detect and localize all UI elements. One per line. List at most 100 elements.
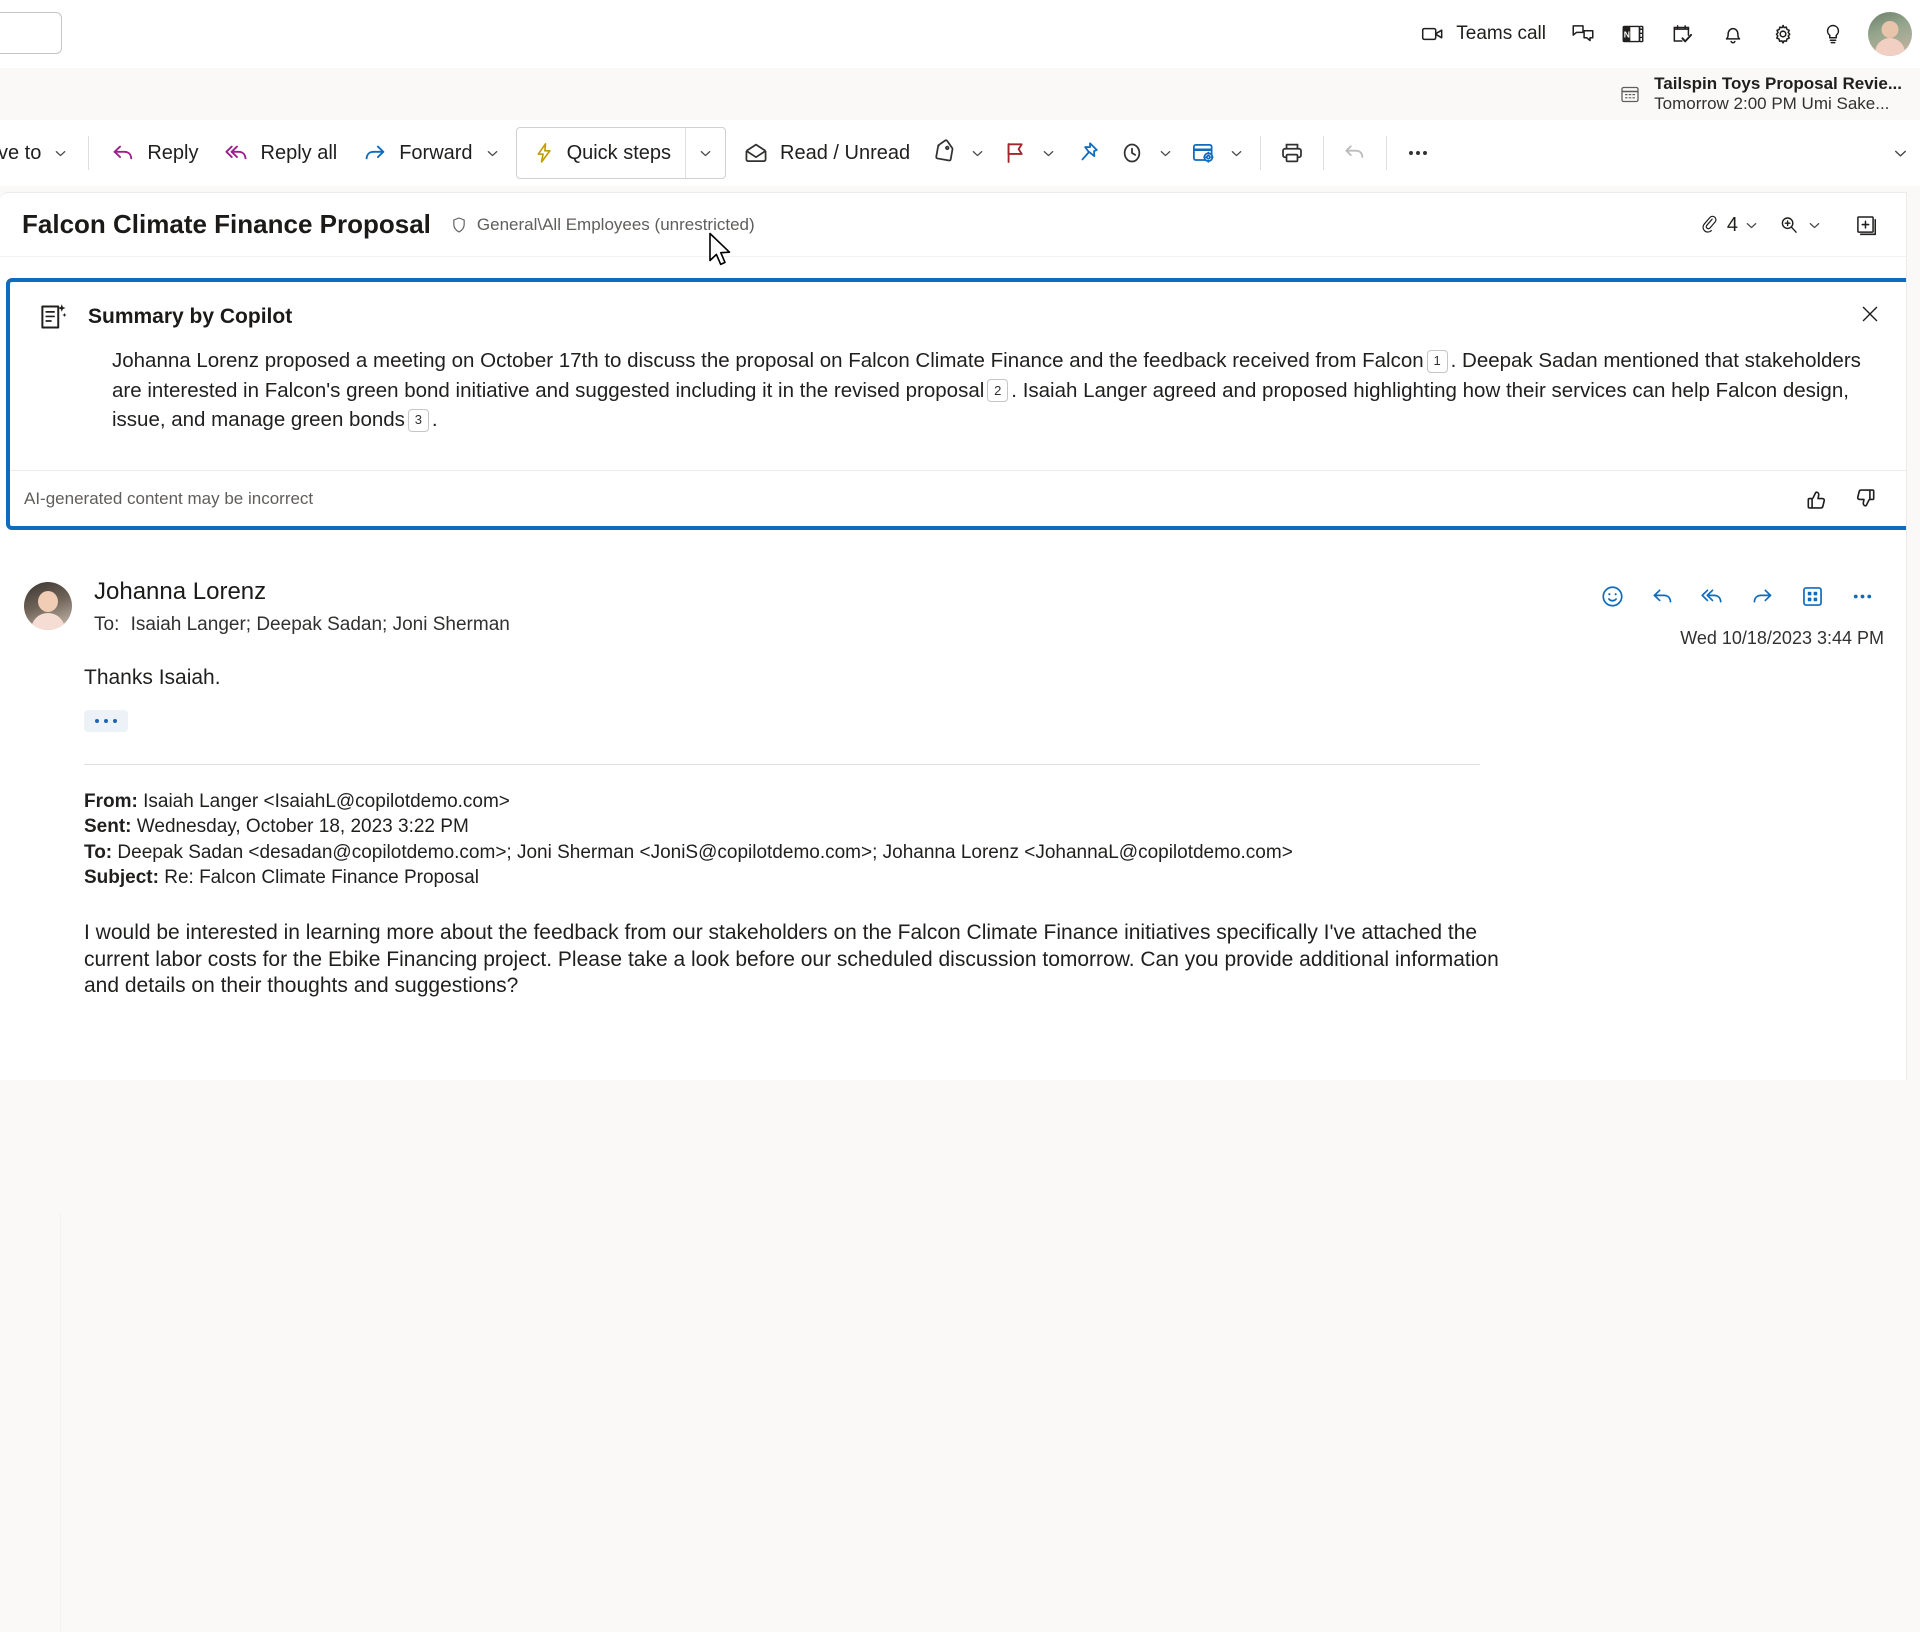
lightbulb-icon	[1820, 21, 1846, 47]
clock-icon	[1118, 139, 1146, 167]
onenote-icon: N	[1620, 21, 1646, 47]
quoted-subject-line: Subject: Re: Falcon Climate Finance Prop…	[84, 865, 1876, 890]
dot	[113, 719, 117, 723]
dot	[104, 719, 108, 723]
react-button[interactable]	[1590, 574, 1634, 618]
sender-avatar[interactable]	[24, 582, 72, 630]
todo-button[interactable]	[1660, 11, 1706, 57]
sender-name[interactable]: Johanna Lorenz	[94, 578, 510, 606]
reply-all-label: Reply all	[261, 142, 338, 165]
reply-all-button[interactable]: Reply all	[211, 129, 350, 177]
copilot-summary-card: Summary by Copilot Johanna Lorenz propos…	[6, 278, 1912, 530]
chevron-down-icon	[485, 146, 500, 161]
reply-button[interactable]	[1640, 574, 1684, 618]
ribbon-expand-button[interactable]	[1886, 133, 1914, 173]
chevron-down-icon[interactable]	[1744, 218, 1759, 233]
expand-quoted-text-button[interactable]	[84, 710, 128, 732]
teams-call-button[interactable]: Teams call	[1410, 11, 1556, 57]
snooze-button[interactable]	[1110, 129, 1181, 177]
teams-chat-button[interactable]	[1560, 11, 1606, 57]
lightning-bolt-icon	[531, 140, 557, 166]
sensitivity-label-button[interactable]: General\All Employees (unrestricted)	[449, 215, 755, 235]
ai-disclaimer: AI-generated content may be incorrect	[24, 489, 313, 509]
notifications-button[interactable]	[1710, 11, 1756, 57]
divider	[1260, 136, 1261, 170]
reply-button[interactable]: Reply	[97, 129, 210, 177]
chevron-down-icon[interactable]	[1807, 218, 1822, 233]
meeting-reminder-strip: Tailspin Toys Proposal Revie... Tomorrow…	[0, 68, 1920, 120]
quoted-to-value: Deepak Sadan <desadan@copilotdemo.com>; …	[117, 842, 1292, 863]
tag-icon	[930, 139, 958, 167]
message-timestamp: Wed 10/18/2023 3:44 PM	[1680, 628, 1884, 649]
sensitivity-text: General\All Employees (unrestricted)	[477, 215, 755, 235]
pin-button[interactable]	[1064, 129, 1110, 177]
settings-button[interactable]	[1760, 11, 1806, 57]
move-to-label: ve to	[0, 142, 41, 165]
tips-button[interactable]	[1810, 11, 1856, 57]
apps-button[interactable]	[1790, 574, 1834, 618]
forward-button[interactable]: Forward	[349, 129, 511, 177]
print-button[interactable]	[1269, 129, 1315, 177]
zoom-button[interactable]	[1769, 204, 1830, 246]
close-icon[interactable]	[1850, 294, 1890, 334]
pin-icon	[1073, 139, 1101, 167]
thumbs-up-button[interactable]	[1796, 479, 1836, 519]
quoted-to-label: To:	[84, 842, 112, 863]
popout-window-button[interactable]	[1846, 204, 1888, 246]
top-bar: Teams call N	[0, 0, 1920, 68]
page-title: Falcon Climate Finance Proposal	[22, 209, 431, 240]
meeting-time-location: Tomorrow 2:00 PM Umi Sake...	[1654, 94, 1902, 114]
forward-button[interactable]	[1740, 574, 1784, 618]
citation-3[interactable]: 3	[408, 409, 429, 432]
forward-icon	[361, 139, 389, 167]
chevron-down-icon	[53, 146, 68, 161]
calendar-check-icon	[1670, 21, 1696, 47]
subject-actions: 4	[1689, 193, 1888, 257]
read-unread-button[interactable]: Read / Unread	[730, 129, 922, 177]
reading-pane-scrollbar[interactable]	[1906, 192, 1920, 1080]
quoted-from-label: From:	[84, 791, 138, 812]
search-input[interactable]	[0, 12, 62, 54]
chevron-down-icon[interactable]	[1158, 146, 1173, 161]
top-bar-actions: Teams call N	[1410, 0, 1912, 68]
move-to-button[interactable]: ve to	[0, 129, 80, 177]
reply-all-icon	[223, 139, 251, 167]
flag-icon	[1001, 139, 1029, 167]
more-commands-button[interactable]	[1395, 129, 1441, 177]
citation-2[interactable]: 2	[987, 379, 1008, 402]
bell-icon	[1720, 21, 1746, 47]
quick-steps-dropdown[interactable]	[686, 128, 725, 178]
reply-all-button[interactable]	[1690, 574, 1734, 618]
recipients: Isaiah Langer; Deepak Sadan; Joni Sherma…	[131, 614, 510, 635]
message-header: Johanna Lorenz To: Isaiah Langer; Deepak…	[0, 578, 1906, 636]
quick-steps-button[interactable]: Quick steps	[517, 128, 685, 178]
message-text: Thanks Isaiah.	[84, 666, 1876, 690]
copilot-feedback	[1796, 479, 1886, 519]
printer-icon	[1278, 139, 1306, 167]
attachment-count: 4	[1727, 214, 1738, 237]
rules-button[interactable]	[1181, 129, 1252, 177]
quoted-sent-line: Sent: Wednesday, October 18, 2023 3:22 P…	[84, 814, 1876, 839]
attachments-button[interactable]: 4	[1689, 204, 1767, 246]
dot	[95, 719, 99, 723]
chevron-down-icon[interactable]	[1041, 146, 1056, 161]
citation-1[interactable]: 1	[1427, 350, 1448, 373]
copilot-footer: AI-generated content may be incorrect	[10, 470, 1908, 526]
shield-icon	[449, 215, 469, 235]
chevron-down-icon[interactable]	[970, 146, 985, 161]
tag-button[interactable]	[922, 129, 993, 177]
thumbs-down-button[interactable]	[1846, 479, 1886, 519]
chevron-down-icon[interactable]	[1229, 146, 1244, 161]
quick-steps-label: Quick steps	[567, 142, 671, 165]
more-actions-button[interactable]	[1840, 574, 1884, 618]
divider	[1386, 136, 1387, 170]
quoted-message-headers: From: Isaiah Langer <IsaiahL@copilotdemo…	[84, 789, 1876, 890]
reply-label: Reply	[147, 142, 198, 165]
undo-button[interactable]	[1332, 129, 1378, 177]
flag-button[interactable]	[993, 129, 1064, 177]
meeting-reminder[interactable]: Tailspin Toys Proposal Revie... Tomorrow…	[1618, 74, 1902, 114]
quoted-from-line: From: Isaiah Langer <IsaiahL@copilotdemo…	[84, 789, 1876, 814]
message-actions	[1590, 574, 1884, 618]
avatar[interactable]	[1868, 12, 1912, 56]
onenote-button[interactable]: N	[1610, 11, 1656, 57]
